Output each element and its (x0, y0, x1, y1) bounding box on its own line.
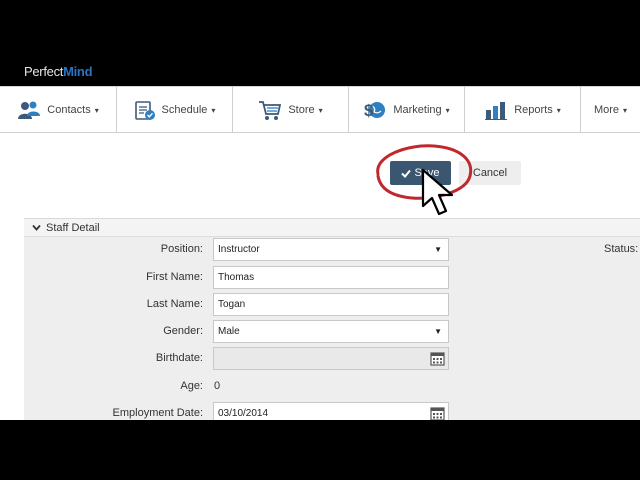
chevron-down-icon (32, 224, 41, 231)
chevron-down-icon: ▾ (623, 105, 628, 115)
panel-header[interactable]: Staff Detail (24, 219, 640, 237)
nav-item-contacts[interactable]: Contacts ▾ (0, 87, 117, 133)
position-value: Instructor (218, 244, 260, 255)
first-name-label: First Name: (146, 271, 203, 283)
employment-date-label: Employment Date: (112, 407, 203, 419)
position-select[interactable]: Instructor ▼ (213, 238, 449, 261)
last-name-field[interactable]: Togan (213, 293, 449, 316)
schedule-icon (134, 101, 155, 120)
status-label: Status: (604, 243, 639, 255)
chevron-down-icon: ▾ (94, 105, 99, 115)
chevron-down-icon: ▼ (434, 327, 442, 336)
nav-item-marketing[interactable]: $ Marketing ▾ (349, 87, 465, 133)
last-name-value: Togan (218, 299, 246, 310)
reports-icon (485, 102, 508, 120)
nav-item-label: Schedule (161, 104, 208, 116)
brand-logo-part1: Perfect (24, 64, 64, 79)
mouse-cursor-icon (421, 168, 454, 216)
nav-item-label: Store (288, 104, 315, 116)
gender-select[interactable]: Male ▼ (213, 320, 449, 343)
birthdate-label: Birthdate: (155, 352, 203, 364)
svg-text:$: $ (364, 101, 374, 120)
nav-item-more[interactable]: More ▾ (581, 87, 640, 133)
nav-item-label: More (593, 104, 620, 116)
birthdate-field[interactable] (213, 347, 449, 370)
age-label: Age: (180, 380, 203, 392)
panel-title: Staff Detail (46, 221, 100, 234)
chevron-down-icon: ▾ (211, 105, 216, 115)
gender-label: Gender: (163, 325, 203, 337)
position-label: Position: (160, 243, 203, 255)
app-window: Contacts ▾ Schedule ▾ Store ▾ $ Marketin… (0, 86, 640, 420)
contacts-icon (18, 101, 41, 119)
cancel-button-label: Cancel (472, 167, 508, 179)
nav-item-label: Contacts (47, 104, 91, 116)
brand-logo-part2: Mind (63, 64, 93, 79)
first-name-field[interactable]: Thomas (213, 266, 449, 289)
chevron-down-icon: ▾ (318, 105, 323, 115)
calendar-icon[interactable] (430, 351, 445, 366)
cart-icon (259, 101, 282, 120)
brand-logo: PerfectMind (24, 64, 93, 79)
chevron-down-icon: ▾ (445, 105, 450, 115)
nav-item-store[interactable]: Store ▾ (233, 87, 349, 133)
last-name-label: Last Name: (146, 298, 203, 310)
nav-item-schedule[interactable]: Schedule ▾ (117, 87, 233, 133)
chevron-down-icon: ▼ (434, 245, 442, 254)
nav-item-label: Reports (514, 104, 553, 116)
chevron-down-icon: ▾ (556, 105, 561, 115)
employment-date-value: 03/10/2014 (218, 408, 269, 419)
age-value: 0 (214, 380, 221, 392)
employment-date-field[interactable]: 03/10/2014 (213, 402, 449, 420)
main-nav: Contacts ▾ Schedule ▾ Store ▾ $ Marketin… (0, 86, 640, 133)
nav-item-label: Marketing (393, 104, 442, 116)
gender-value: Male (218, 326, 240, 337)
calendar-icon[interactable] (430, 406, 445, 420)
marketing-icon: $ (364, 101, 386, 120)
first-name-value: Thomas (218, 272, 255, 283)
nav-item-reports[interactable]: Reports ▾ (465, 87, 581, 133)
